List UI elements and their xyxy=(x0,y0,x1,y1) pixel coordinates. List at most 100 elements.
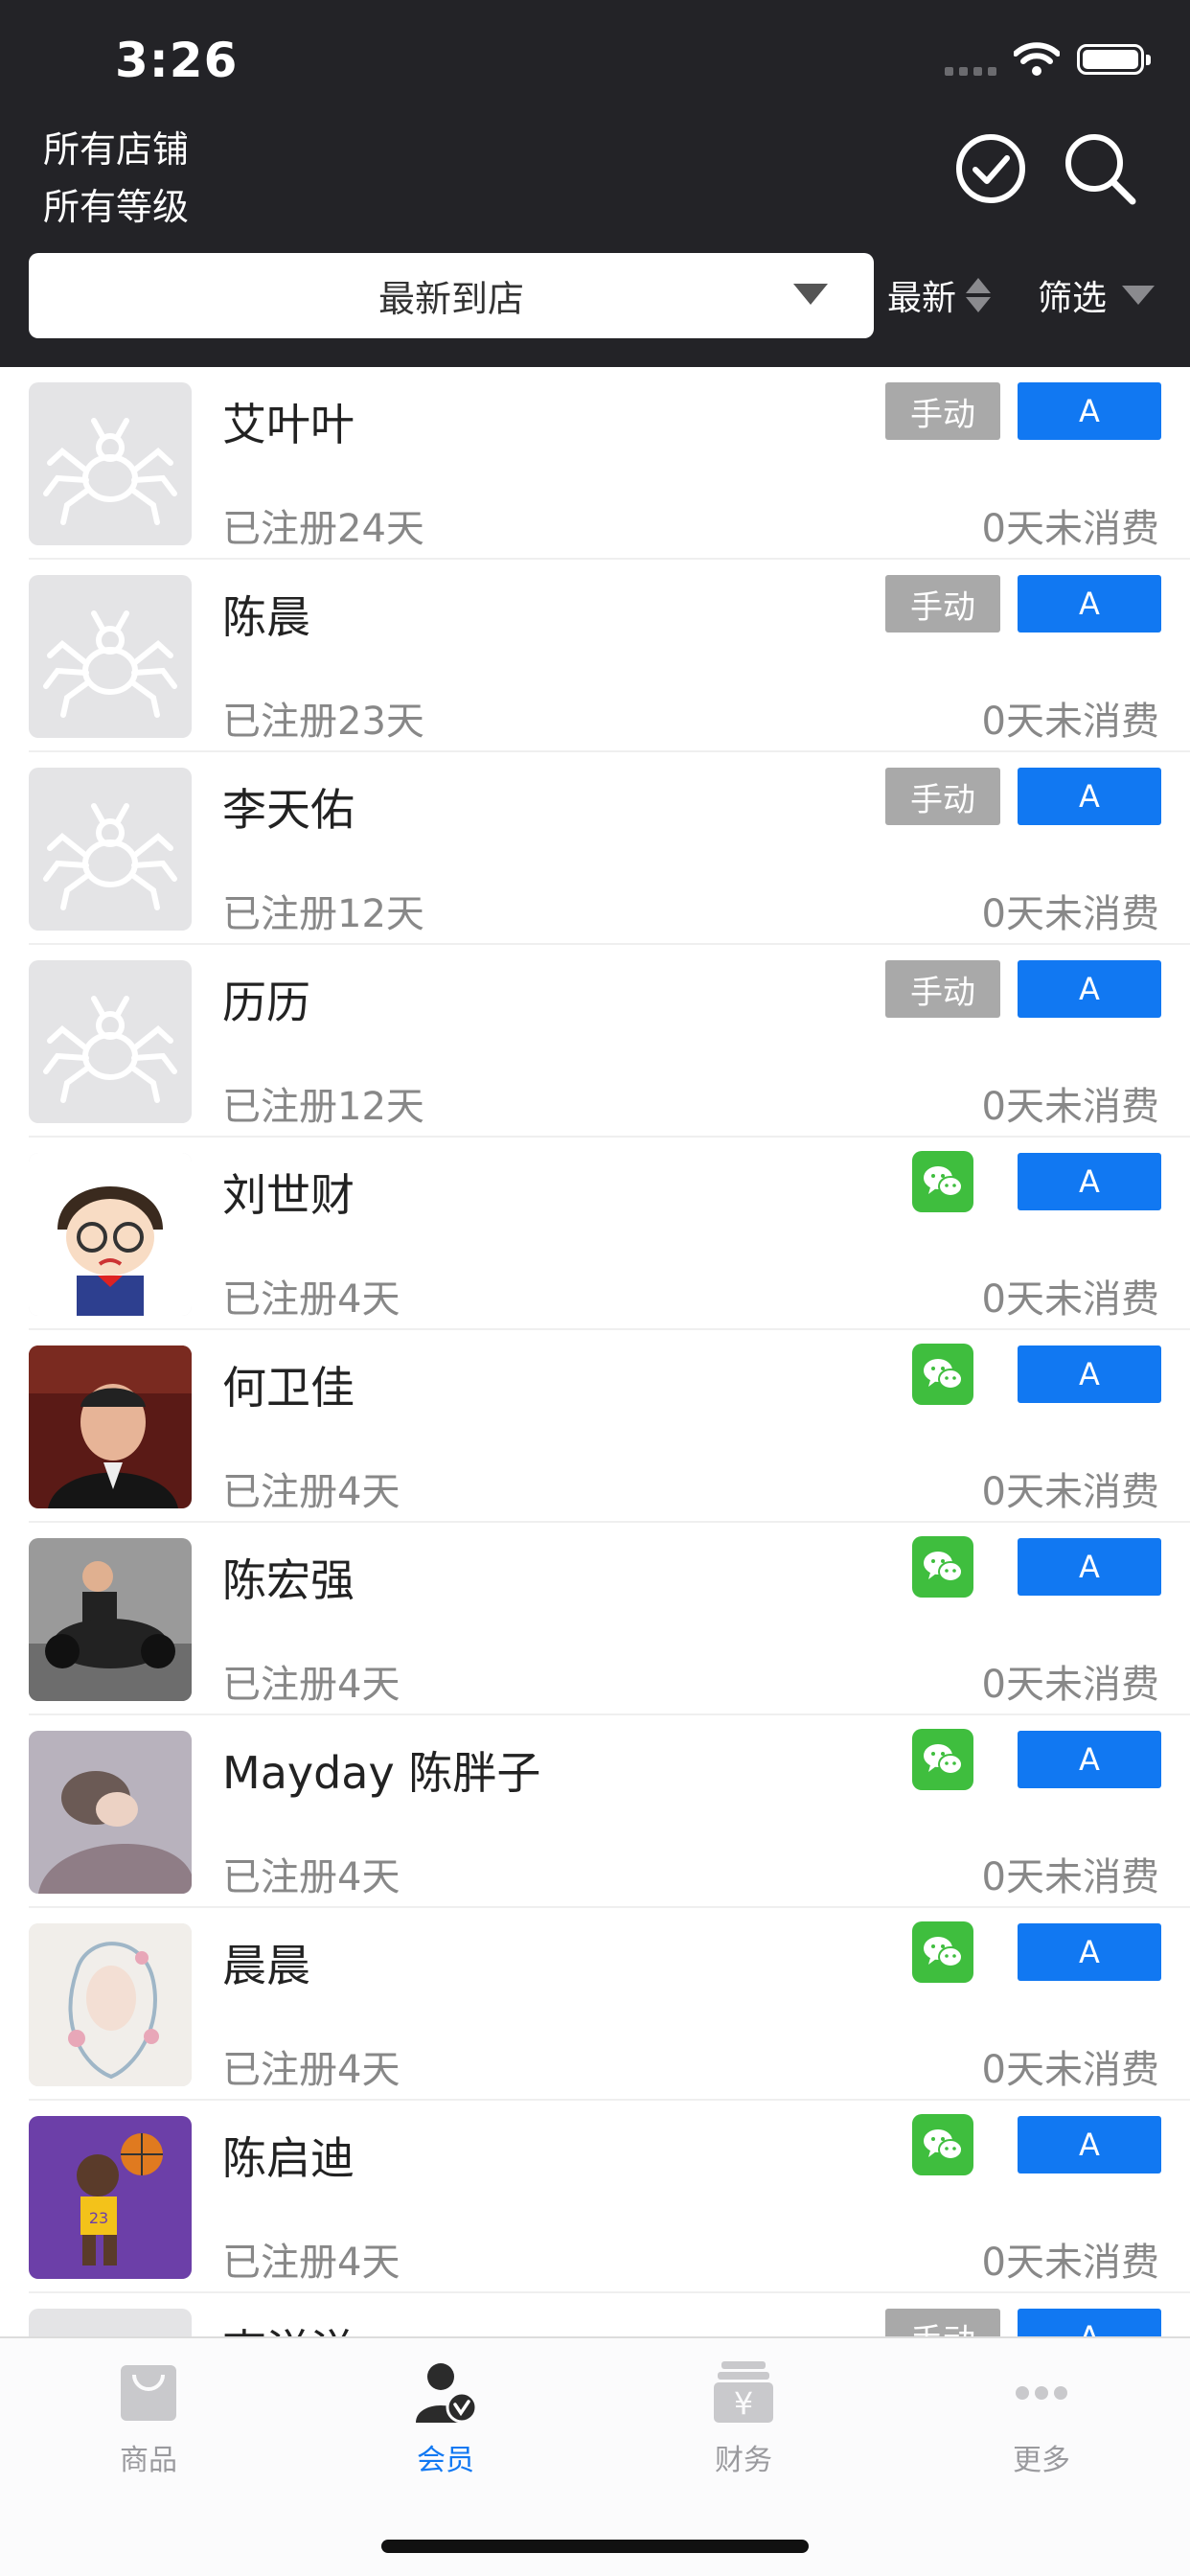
source-tag: 手动 xyxy=(885,575,1000,632)
member-name: 陈晨 xyxy=(222,591,310,643)
member-avatar xyxy=(29,1538,192,1701)
wechat-icon xyxy=(912,1536,973,1598)
member-list[interactable]: 艾叶叶 手动 A 已注册24天 0天未消费 陈晨 手动 A 已注册23天 0天未消费 李天佑 手动 A 已… xyxy=(0,367,1190,2336)
source-tag: 手动 xyxy=(885,768,1000,825)
member-avatar xyxy=(29,1346,192,1508)
tab-more[interactable]: 更多 xyxy=(946,2359,1137,2478)
wechat-icon xyxy=(912,2114,973,2175)
days-no-spend: 0天未消费 xyxy=(981,2241,1159,2285)
registered-days: 已注册4天 xyxy=(222,1855,400,1899)
member-name: 晨晨 xyxy=(222,1940,310,1991)
level-badge: A xyxy=(1018,1153,1161,1210)
home-indicator xyxy=(381,2540,809,2553)
member-row[interactable]: 陈宏强 A 已注册4天 0天未消费 xyxy=(0,1523,1190,1715)
member-name: 李天佑 xyxy=(222,784,355,836)
days-no-spend: 0天未消费 xyxy=(981,892,1159,936)
registered-days: 已注册23天 xyxy=(222,700,424,744)
member-row[interactable]: 李洋洋 手动 A xyxy=(0,2293,1190,2336)
tab-finance[interactable]: ¥ 财务 xyxy=(648,2359,839,2478)
dropdown-caret-icon xyxy=(793,284,828,305)
level-badge: A xyxy=(1018,2116,1161,2174)
wechat-icon xyxy=(912,1344,973,1405)
wechat-icon xyxy=(912,1921,973,1983)
sort-dropdown[interactable]: 最新到店 xyxy=(29,253,874,338)
days-no-spend: 0天未消费 xyxy=(981,507,1159,551)
tab-goods-label: 商品 xyxy=(120,2444,177,2477)
member-row[interactable]: 艾叶叶 手动 A 已注册24天 0天未消费 xyxy=(0,367,1190,560)
tab-member[interactable]: 会员 xyxy=(350,2359,541,2478)
store-level-filter[interactable]: 所有店铺 所有等级 xyxy=(43,121,189,236)
filter-button[interactable]: 筛选 xyxy=(1038,270,1156,320)
sort-order-label: 最新 xyxy=(887,279,957,318)
member-row[interactable]: 晨晨 A 已注册4天 0天未消费 xyxy=(0,1908,1190,2101)
registered-days: 已注册4天 xyxy=(222,1277,400,1322)
signal-icon xyxy=(945,43,996,76)
more-icon xyxy=(1016,2386,1067,2400)
level-badge: A xyxy=(1018,1538,1161,1596)
member-row[interactable]: 李天佑 手动 A 已注册12天 0天未消费 xyxy=(0,752,1190,945)
level-badge: A xyxy=(1018,960,1161,1018)
status-time: 3:26 xyxy=(115,33,239,88)
filter-caret-icon xyxy=(1122,286,1156,305)
registered-days: 已注册4天 xyxy=(222,1663,400,1707)
days-no-spend: 0天未消费 xyxy=(981,1663,1159,1707)
member-name: 艾叶叶 xyxy=(222,399,355,450)
member-icon xyxy=(416,2363,478,2424)
member-row[interactable]: 刘世财 A 已注册4天 0天未消费 xyxy=(0,1138,1190,1330)
days-no-spend: 0天未消费 xyxy=(981,1085,1159,1129)
wechat-icon xyxy=(912,1729,973,1790)
bag-icon xyxy=(121,2365,176,2421)
sort-arrows-icon xyxy=(966,278,992,312)
level-badge: A xyxy=(1018,768,1161,825)
member-name: 陈启迪 xyxy=(222,2132,355,2184)
member-name: 李洋洋 xyxy=(222,2316,355,2336)
tab-goods[interactable]: 商品 xyxy=(53,2359,244,2478)
svg-text:23: 23 xyxy=(89,2209,108,2227)
member-row[interactable]: 陈晨 手动 A 已注册23天 0天未消费 xyxy=(0,560,1190,752)
wechat-icon xyxy=(912,1151,973,1212)
spider-icon xyxy=(43,418,177,525)
member-avatar xyxy=(29,1923,192,2086)
tab-more-label: 更多 xyxy=(1013,2444,1070,2477)
days-no-spend: 0天未消费 xyxy=(981,1277,1159,1322)
level-badge: A xyxy=(1018,1346,1161,1403)
wifi-icon xyxy=(1014,42,1060,76)
member-row[interactable]: 何卫佳 A 已注册4天 0天未消费 xyxy=(0,1330,1190,1523)
top-header: 3:26 所有店铺 所有等级 最新到店 最新 筛选 xyxy=(0,0,1190,367)
finance-icon: ¥ xyxy=(714,2361,773,2423)
days-no-spend: 0天未消费 xyxy=(981,1855,1159,1899)
member-name: Mayday 陈胖子 xyxy=(222,1747,541,1799)
member-name: 历历 xyxy=(222,977,310,1028)
search-icon[interactable] xyxy=(1064,132,1136,205)
days-no-spend: 0天未消费 xyxy=(981,1470,1159,1514)
default-avatar xyxy=(29,960,192,1123)
level-badge: A xyxy=(1018,382,1161,440)
tab-member-label: 会员 xyxy=(417,2444,474,2477)
default-avatar xyxy=(29,575,192,738)
basketball-cartoon-image: 23 xyxy=(29,2116,192,2279)
spider-icon xyxy=(29,2309,192,2336)
member-avatar xyxy=(29,1731,192,1894)
registered-days: 已注册12天 xyxy=(222,1085,424,1129)
member-row[interactable]: 历历 手动 A 已注册12天 0天未消费 xyxy=(0,945,1190,1138)
level-badge: A xyxy=(1018,575,1161,632)
member-row[interactable]: Mayday 陈胖子 A 已注册4天 0天未消费 xyxy=(0,1715,1190,1908)
spider-icon xyxy=(43,610,177,718)
default-avatar xyxy=(29,768,192,931)
member-name: 陈宏强 xyxy=(222,1554,355,1606)
default-avatar xyxy=(29,382,192,545)
member-row[interactable]: 23 陈启迪 A 已注册4天 0天未消费 xyxy=(0,2101,1190,2293)
battery-icon xyxy=(1077,44,1151,75)
sort-order-toggle[interactable]: 最新 xyxy=(887,270,992,320)
member-avatar xyxy=(29,1153,192,1316)
level-badge: A xyxy=(1018,2309,1161,2336)
source-tag: 手动 xyxy=(885,2309,1000,2336)
check-circle-icon[interactable] xyxy=(954,132,1027,205)
level-badge: A xyxy=(1018,1731,1161,1788)
days-no-spend: 0天未消费 xyxy=(981,2048,1159,2092)
member-name: 何卫佳 xyxy=(222,1362,355,1414)
member-name: 刘世财 xyxy=(222,1169,355,1221)
registered-days: 已注册4天 xyxy=(222,2048,400,2092)
days-no-spend: 0天未消费 xyxy=(981,700,1159,744)
registered-days: 已注册4天 xyxy=(222,1470,400,1514)
